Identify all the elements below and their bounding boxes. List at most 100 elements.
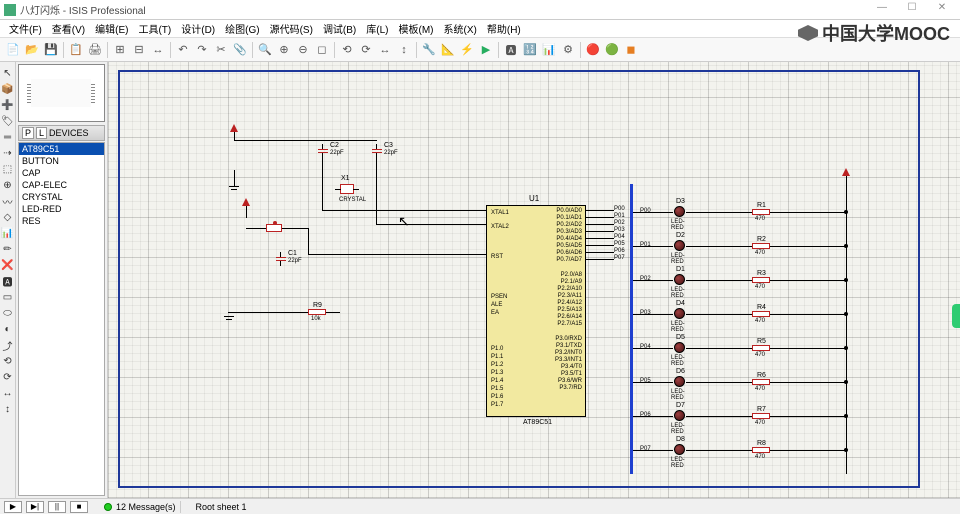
resistor[interactable]: R8470 <box>752 447 770 453</box>
device-item[interactable]: CRYSTAL <box>19 191 104 203</box>
tool-button[interactable]: 〰 <box>1 194 15 208</box>
capacitor-c3[interactable]: C3 22pF <box>372 144 382 158</box>
l-tab[interactable]: L <box>36 127 47 139</box>
capacitor-c1[interactable]: C1 22pF <box>276 252 286 266</box>
menu-file[interactable]: 文件(F) <box>4 21 47 36</box>
toolbar-button[interactable]: ◻ <box>313 41 331 59</box>
tool-button[interactable]: ◇ <box>1 210 15 224</box>
toolbar-button[interactable]: ↶ <box>174 41 192 59</box>
menu-draw[interactable]: 绘图(G) <box>220 21 264 36</box>
message-indicator-icon[interactable] <box>104 503 112 511</box>
menu-edit[interactable]: 编辑(E) <box>90 21 133 36</box>
toolbar-button[interactable]: ⚡ <box>458 41 476 59</box>
tool-button[interactable]: ⤴ <box>1 338 15 352</box>
led[interactable]: D8LED-RED <box>674 444 685 455</box>
menu-template[interactable]: 模板(M) <box>394 21 439 36</box>
maximize-button[interactable]: ☐ <box>898 2 926 18</box>
led[interactable]: D1LED-RED <box>674 274 685 285</box>
device-item[interactable]: LED-RED <box>19 203 104 215</box>
resistor[interactable]: R7470 <box>752 413 770 419</box>
toolbar-button[interactable]: 🔢 <box>521 41 539 59</box>
toolbar-button[interactable]: ⚙ <box>559 41 577 59</box>
tool-button[interactable]: 📦 <box>1 82 15 96</box>
tool-button[interactable]: ↖ <box>1 66 15 80</box>
led[interactable]: D2LED-RED <box>674 240 685 251</box>
resistor[interactable]: R5470 <box>752 345 770 351</box>
mcu-at89c51[interactable]: U1 AT89C51 XTAL1 XTAL2 RST PSEN ALE EA P… <box>486 205 586 417</box>
tool-button[interactable]: ⟲ <box>1 354 15 368</box>
tool-button[interactable]: ⬚ <box>1 162 15 176</box>
toolbar-button[interactable]: 📎 <box>231 41 249 59</box>
device-item[interactable]: CAP-ELEC <box>19 179 104 191</box>
led[interactable]: D5LED-RED <box>674 342 685 353</box>
toolbar-button[interactable]: ✂ <box>212 41 230 59</box>
tool-button[interactable]: ⊕ <box>1 178 15 192</box>
resistor[interactable]: R3470 <box>752 277 770 283</box>
resistor-r9[interactable]: R9 10k <box>308 309 326 315</box>
resistor[interactable]: R4470 <box>752 311 770 317</box>
led[interactable]: D3LED-RED <box>674 206 685 217</box>
toolbar-button[interactable]: 💾 <box>42 41 60 59</box>
toolbar-button[interactable]: ↔ <box>149 41 167 59</box>
tool-button[interactable]: 🏷 <box>1 114 15 128</box>
device-item[interactable]: AT89C51 <box>19 143 104 155</box>
tool-button[interactable]: ⇢ <box>1 146 15 160</box>
capacitor-c2[interactable]: C2 22pF <box>318 144 328 158</box>
menu-help[interactable]: 帮助(H) <box>482 21 526 36</box>
tool-button[interactable]: ▭ <box>1 290 15 304</box>
toolbar-button[interactable]: ⟲ <box>338 41 356 59</box>
sim-step-button[interactable]: ▶| <box>26 501 44 513</box>
menu-tool[interactable]: 工具(T) <box>133 21 176 36</box>
led[interactable]: D6LED-RED <box>674 376 685 387</box>
toolbar-button[interactable]: ⊟ <box>130 41 148 59</box>
resistor[interactable]: R2470 <box>752 243 770 249</box>
toolbar-button[interactable]: ⊞ <box>111 41 129 59</box>
close-button[interactable]: ✕ <box>928 2 956 18</box>
resistor[interactable]: R1470 <box>752 209 770 215</box>
toolbar-button[interactable]: ⟳ <box>357 41 375 59</box>
toolbar-button[interactable]: 🟢 <box>603 41 621 59</box>
sim-pause-button[interactable]: || <box>48 501 66 513</box>
toolbar-button[interactable]: 📐 <box>439 41 457 59</box>
tool-button[interactable]: ◐ <box>1 322 15 336</box>
tool-button[interactable]: ↔ <box>1 386 15 400</box>
toolbar-button[interactable]: ↕ <box>395 41 413 59</box>
tool-button[interactable]: ❌ <box>1 258 15 272</box>
side-tab[interactable] <box>952 304 960 328</box>
menu-library[interactable]: 库(L) <box>361 21 393 36</box>
toolbar-button[interactable]: ◼ <box>622 41 640 59</box>
sim-stop-button[interactable]: ■ <box>70 501 88 513</box>
crystal-x1[interactable]: X1 CRYSTAL <box>340 184 354 194</box>
tool-button[interactable]: ↕ <box>1 402 15 416</box>
led[interactable]: D4LED-RED <box>674 308 685 319</box>
toolbar-button[interactable]: 🔍 <box>256 41 274 59</box>
toolbar-button[interactable]: ⊕ <box>275 41 293 59</box>
toolbar-button[interactable]: ↔ <box>376 41 394 59</box>
p-tab[interactable]: P <box>22 127 34 139</box>
menu-debug[interactable]: 调试(B) <box>318 21 361 36</box>
tool-button[interactable]: 🅰 <box>1 274 15 288</box>
tool-button[interactable]: 📊 <box>1 226 15 240</box>
device-item[interactable]: CAP <box>19 167 104 179</box>
schematic-canvas[interactable]: ↖ C2 22pF C3 22pF X1 CRYSTAL <box>108 62 960 498</box>
led[interactable]: D7LED-RED <box>674 410 685 421</box>
tool-button[interactable]: ═ <box>1 130 15 144</box>
tool-button[interactable]: ➕ <box>1 98 15 112</box>
minimize-button[interactable]: — <box>868 2 896 18</box>
toolbar-button[interactable]: ⊖ <box>294 41 312 59</box>
toolbar-button[interactable]: 🔴 <box>584 41 602 59</box>
menu-source[interactable]: 源代码(S) <box>265 21 318 36</box>
device-item[interactable]: BUTTON <box>19 155 104 167</box>
button[interactable] <box>266 224 282 232</box>
toolbar-button[interactable]: ▶ <box>477 41 495 59</box>
device-item[interactable]: RES <box>19 215 104 227</box>
tool-button[interactable]: ⟳ <box>1 370 15 384</box>
toolbar-button[interactable]: 📄 <box>4 41 22 59</box>
menu-system[interactable]: 系统(X) <box>439 21 482 36</box>
toolbar-button[interactable]: 📂 <box>23 41 41 59</box>
toolbar-button[interactable]: 🔧 <box>420 41 438 59</box>
toolbar-button[interactable]: 🅰 <box>502 41 520 59</box>
message-count[interactable]: 12 Message(s) <box>116 502 176 512</box>
sim-play-button[interactable]: ▶ <box>4 501 22 513</box>
tool-button[interactable]: ✏ <box>1 242 15 256</box>
